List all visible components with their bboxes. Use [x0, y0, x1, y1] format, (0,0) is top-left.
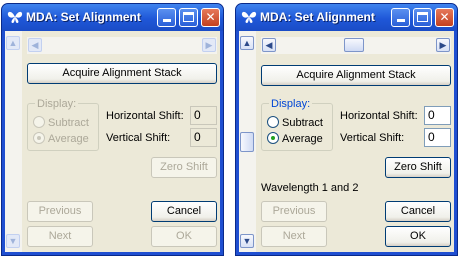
cancel-button[interactable]: Cancel: [151, 201, 217, 222]
arrow-right-icon[interactable]: ▶: [202, 38, 216, 52]
acquire-alignment-stack-button[interactable]: Acquire Alignment Stack: [27, 63, 217, 84]
horizontal-shift-field[interactable]: 0: [424, 106, 451, 125]
previous-button[interactable]: Previous: [261, 201, 327, 222]
maximize-button[interactable]: [179, 8, 198, 27]
zero-shift-button[interactable]: Zero Shift: [385, 157, 451, 178]
vertical-shift-field[interactable]: 0: [424, 128, 451, 147]
acquire-alignment-stack-button[interactable]: Acquire Alignment Stack: [261, 65, 451, 86]
arrow-left-icon[interactable]: ◀: [28, 38, 42, 52]
average-radio[interactable]: Average: [33, 132, 89, 145]
next-button[interactable]: Next: [261, 226, 327, 247]
minimize-icon: [397, 19, 405, 22]
dialog-window-disabled: MDA: Set Alignment ✕ ▲ ▼ ◀ ▶ Acquire Ali…: [1, 3, 224, 256]
arrow-left-icon[interactable]: ◀: [262, 38, 276, 52]
vertical-shift-label: Vertical Shift:: [106, 132, 171, 144]
vertical-shift-label: Vertical Shift:: [340, 132, 405, 144]
mda-butterfly-icon: [241, 11, 257, 23]
average-label: Average: [48, 133, 89, 145]
previous-button[interactable]: Previous: [27, 201, 93, 222]
display-label: Display:: [269, 98, 313, 110]
close-icon: ✕: [205, 10, 216, 24]
vertical-shift-field[interactable]: 0: [190, 128, 217, 147]
display-label: Display:: [35, 98, 79, 110]
horizontal-shift-label: Horizontal Shift:: [106, 110, 184, 122]
horizontal-scrollbar[interactable]: ◀ ▶: [27, 37, 217, 54]
arrow-down-icon[interactable]: ▼: [240, 234, 254, 248]
vertical-scrollbar[interactable]: ▲ ▼: [5, 31, 22, 252]
subtract-radio[interactable]: Subtract: [267, 116, 323, 129]
mda-butterfly-icon: [7, 11, 23, 23]
subtract-radio[interactable]: Subtract: [33, 116, 89, 129]
radio-circle: [267, 116, 279, 128]
title-bar[interactable]: MDA: Set Alignment ✕: [236, 4, 457, 31]
next-button[interactable]: Next: [27, 226, 93, 247]
subtract-label: Subtract: [282, 117, 323, 129]
arrow-up-icon[interactable]: ▲: [6, 36, 20, 50]
radio-circle-checked: [33, 132, 45, 144]
title-bar[interactable]: MDA: Set Alignment ✕: [2, 4, 223, 31]
ok-button[interactable]: OK: [151, 226, 217, 247]
close-button[interactable]: ✕: [201, 8, 220, 27]
close-button[interactable]: ✕: [435, 8, 454, 27]
horizontal-shift-field[interactable]: 0: [190, 106, 217, 125]
minimize-icon: [163, 19, 171, 22]
ok-button[interactable]: OK: [385, 226, 451, 247]
maximize-icon: [417, 12, 428, 22]
dialog-window-enabled: MDA: Set Alignment ✕ ▲ ▼ ◀ ▶ Acquire Ali…: [235, 3, 458, 256]
maximize-icon: [183, 12, 194, 22]
close-icon: ✕: [439, 10, 450, 24]
average-radio[interactable]: Average: [267, 132, 323, 145]
vertical-scroll-thumb[interactable]: [240, 132, 254, 152]
window-title: MDA: Set Alignment: [260, 10, 375, 24]
horizontal-shift-label: Horizontal Shift:: [340, 110, 418, 122]
vertical-scrollbar[interactable]: ▲ ▼: [239, 31, 256, 252]
subtract-label: Subtract: [48, 117, 89, 129]
dialog-client-area: ▲ ▼ ◀ ▶ Acquire Alignment Stack Display:…: [239, 31, 454, 252]
zero-shift-button[interactable]: Zero Shift: [151, 157, 217, 178]
minimize-button[interactable]: [157, 8, 176, 27]
window-title: MDA: Set Alignment: [26, 10, 141, 24]
horizontal-scroll-thumb[interactable]: [344, 38, 364, 52]
cancel-button[interactable]: Cancel: [385, 201, 451, 222]
horizontal-scrollbar[interactable]: ◀ ▶: [261, 37, 451, 54]
arrow-right-icon[interactable]: ▶: [436, 38, 450, 52]
dialog-client-area: ▲ ▼ ◀ ▶ Acquire Alignment Stack Display:…: [5, 31, 220, 252]
wavelength-label: Wavelength 1 and 2: [261, 182, 359, 194]
maximize-button[interactable]: [413, 8, 432, 27]
arrow-down-icon[interactable]: ▼: [6, 234, 20, 248]
arrow-up-icon[interactable]: ▲: [240, 36, 254, 50]
average-label: Average: [282, 133, 323, 145]
minimize-button[interactable]: [391, 8, 410, 27]
radio-circle: [33, 116, 45, 128]
radio-circle-checked: [267, 132, 279, 144]
